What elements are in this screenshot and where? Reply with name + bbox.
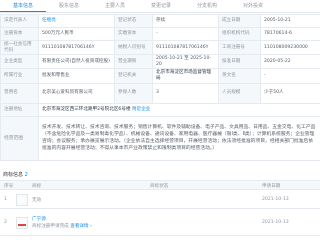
label-former-name: 曾用名 [0, 82, 39, 104]
label-credit-code: 统一社会信用代码 [0, 39, 39, 56]
label-reg-number: 工商注册号 [218, 39, 261, 56]
value-registration-authority: 北京市海淀区市场监督管理局 [152, 68, 219, 84]
tab-change-records[interactable]: 变更记录 [138, 0, 184, 12]
header-index: 序号 [4, 184, 14, 189]
tab-basic-info[interactable]: 基本信息 [0, 0, 46, 12]
value-founded-date: 2005-10-21 [260, 14, 320, 28]
row-status: 无效 [32, 198, 42, 203]
label-registration-authority: 登记机关 [114, 68, 153, 84]
value-reg-number: 110108009230000 [260, 39, 320, 56]
label-business-scope: 经营范围 [0, 115, 39, 161]
tab-branches[interactable]: 分支机构 [184, 0, 230, 12]
tab-bar: 基本信息 股东信息 主要人员 变更记录 分支机构 对外投资 [0, 0, 320, 13]
label-address: 注册地址 [0, 102, 39, 117]
value-taxpayer-id: 91110108781706146Y [152, 39, 219, 56]
trademark-list-header: 序号 商标 商标状态 申请日期 [0, 180, 320, 190]
value-registered-capital: 500万元人民币 [38, 27, 115, 41]
label-company-type: 企业类型 [0, 54, 39, 70]
section-title-text: 商标信息 [3, 172, 24, 178]
header-date: 申请日期 [262, 184, 281, 189]
value-approval-date: 2020-05-22 [260, 54, 320, 70]
row-index: 1 [4, 197, 7, 202]
value-former-name: 北京美心爱科贸有限公司 [38, 82, 115, 104]
label-status: 登记状态 [114, 14, 153, 28]
value-paid-capital: - [152, 27, 219, 41]
nearby-companies-link[interactable]: 附近企业 [132, 107, 150, 112]
label-taxpayer-id: 纳税人识别号 [114, 39, 153, 56]
label-industry: 所属行业 [0, 68, 39, 84]
row-date: 2021-10-13 [262, 197, 289, 202]
trademark-logo [16, 217, 28, 229]
row-status: 商标注册申请完成 查看详情 › [32, 223, 92, 229]
value-org-code: 78170614-6 [260, 27, 320, 41]
value-business-term: 2005-10-21 至 2025-10-20 [152, 54, 219, 70]
label-paid-capital: 实缴资本 [114, 27, 153, 41]
row-trademark-link[interactable]: 广宁源 [32, 216, 46, 222]
label-legal-rep: 法定代表人 [0, 14, 39, 28]
trademark-section-title: 商标信息 2 [3, 171, 28, 178]
value-staff-size: 少于50人 [260, 82, 320, 104]
label-english-name: 英文名 [218, 68, 261, 84]
header-name: 商标 [32, 184, 42, 189]
value-company-type: 有限责任公司(自然人投资或控股) [38, 54, 115, 70]
label-approval-date: 核准日期 [218, 54, 261, 70]
trademark-logo [16, 194, 28, 206]
tab-shareholders[interactable]: 股东信息 [46, 0, 92, 12]
header-status: 商标状态 [150, 184, 169, 189]
table-row[interactable]: 1 无效 2021-10-13 [0, 191, 320, 209]
value-legal-rep[interactable]: 任继亮 [38, 14, 115, 28]
row-status-text: 商标注册申请完成 [32, 224, 69, 229]
row-detail-link[interactable]: 查看详情 › [70, 224, 92, 229]
label-org-code: 组织机构代码 [218, 27, 261, 41]
value-credit-code: 91110108781706146Y [38, 39, 115, 56]
tab-key-personnel[interactable]: 主要人员 [92, 0, 138, 12]
label-business-term: 营业期限 [114, 54, 153, 70]
label-staff-size: 人员规模 [218, 82, 261, 104]
value-address: 北京市海淀区西三环北路甲2号院北区6号楼 附近企业 [38, 102, 320, 117]
label-registered-capital: 注册资本 [0, 27, 39, 41]
label-insured-count: 参保人数 [114, 82, 153, 104]
value-insured-count: 3 [152, 82, 219, 104]
row-index: 2 [4, 220, 7, 225]
row-date: 2021-10-13 [262, 220, 289, 225]
tab-investments[interactable]: 对外投资 [230, 0, 276, 12]
value-english-name: - [260, 68, 320, 84]
address-text: 北京市海淀区西三环北路甲2号院北区6号楼 [42, 106, 131, 112]
value-business-scope: 技术开发、技术转让、技术咨询、技术服务；销售计算机、软件及辅助设备、电子产品、文… [38, 115, 320, 161]
business-info-table: 法定代表人 任继亮 登记状态 存续 成立日期 2005-10-21 注册资本 5… [0, 14, 320, 161]
table-row[interactable]: 2 广宁源 商标注册申请完成 查看详情 › 2021-10-13 [0, 210, 320, 236]
label-founded-date: 成立日期 [218, 14, 261, 28]
section-count: 2 [24, 172, 28, 178]
value-industry: 批发和零售业 [38, 68, 115, 84]
value-status: 存续 [152, 14, 219, 28]
